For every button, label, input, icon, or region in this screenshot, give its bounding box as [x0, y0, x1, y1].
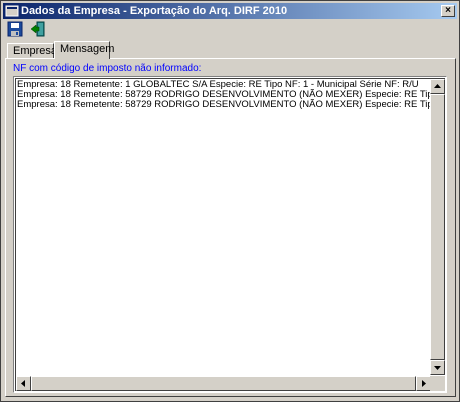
app-window-icon	[5, 5, 19, 17]
title-bar[interactable]: Dados da Empresa - Exportação do Arq. DI…	[3, 3, 457, 19]
exit-icon	[30, 21, 45, 37]
scroll-left-button[interactable]	[16, 376, 31, 391]
scroll-down-button[interactable]	[430, 360, 445, 375]
main-window: Dados da Empresa - Exportação do Arq. DI…	[0, 0, 460, 402]
message-list[interactable]: Empresa: 18 Remetente: 1 GLOBALTEC S/A E…	[13, 76, 447, 393]
arrow-right-icon	[422, 380, 426, 387]
arrow-down-icon	[434, 366, 441, 370]
scroll-right-button[interactable]	[416, 376, 431, 391]
window-title: Dados da Empresa - Exportação do Arq. DI…	[21, 5, 288, 17]
close-button[interactable]: ×	[441, 5, 455, 17]
vertical-scrollbar[interactable]	[430, 79, 445, 375]
message-rows: Empresa: 18 Remetente: 1 GLOBALTEC S/A E…	[17, 80, 432, 376]
horizontal-scroll-thumb[interactable]	[31, 376, 416, 391]
arrow-left-icon	[21, 380, 25, 387]
horizontal-scrollbar[interactable]	[16, 376, 431, 391]
message-heading: NF com código de imposto não informado:	[13, 63, 202, 74]
list-item[interactable]: Empresa: 18 Remetente: 58729 RODRIGO DES…	[17, 100, 432, 110]
scroll-up-button[interactable]	[430, 79, 445, 94]
exit-button[interactable]	[29, 21, 47, 38]
arrow-up-icon	[434, 84, 441, 88]
tab-empresa[interactable]: Empresa	[7, 43, 57, 58]
save-icon	[7, 21, 23, 37]
vertical-scroll-thumb[interactable]	[430, 94, 445, 360]
toolbar	[3, 20, 457, 39]
tab-mensagem[interactable]: Mensagem	[54, 41, 114, 59]
save-button[interactable]	[6, 21, 24, 38]
mensagem-panel: NF com código de imposto não informado: …	[5, 58, 456, 397]
scroll-corner	[430, 376, 445, 391]
